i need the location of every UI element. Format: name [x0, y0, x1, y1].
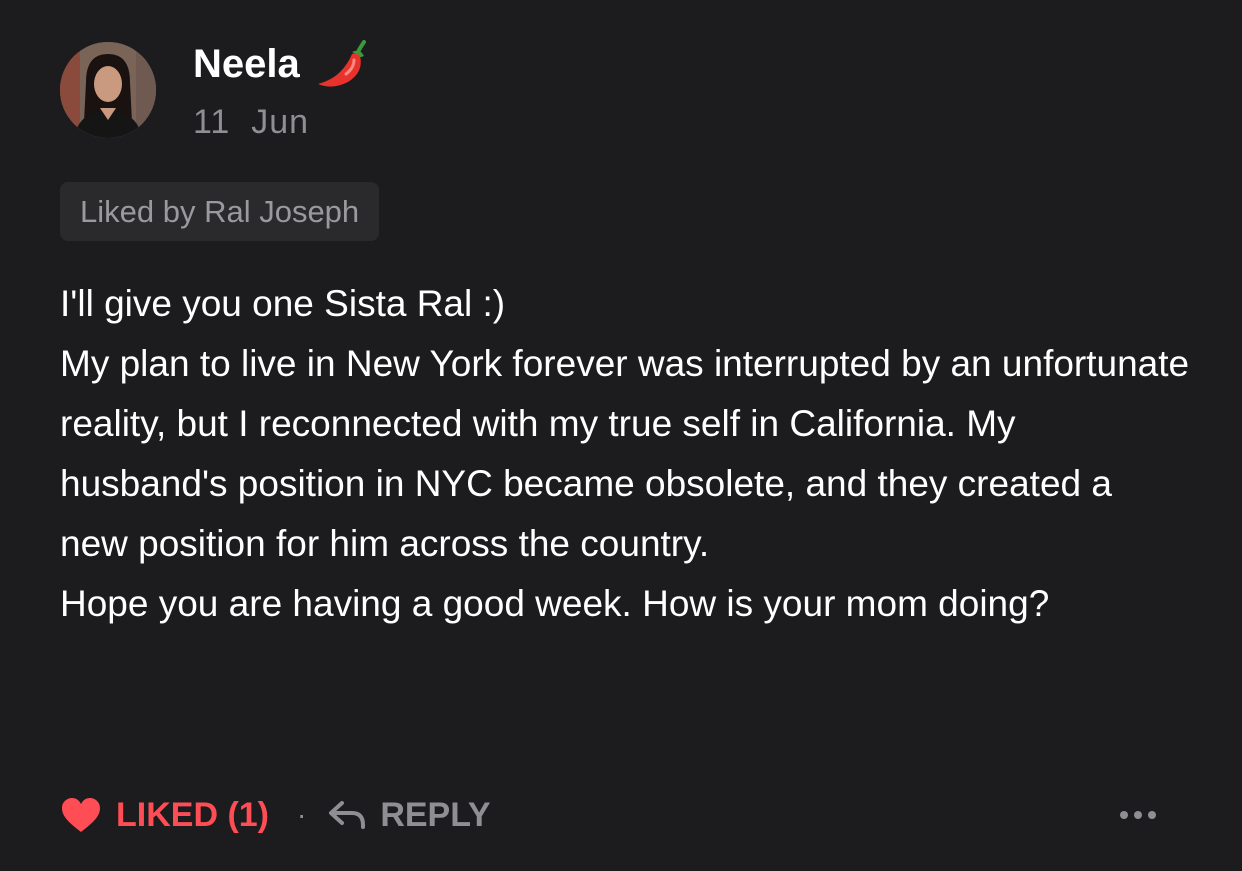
- avatar[interactable]: [60, 42, 156, 138]
- separator-dot: ·: [297, 799, 307, 830]
- liked-by-badge[interactable]: Liked by Ral Joseph: [60, 182, 380, 241]
- comment-paragraph: I'll give you one Sista Ral :): [60, 283, 506, 324]
- like-button[interactable]: LIKED (1): [60, 796, 269, 835]
- chili-pepper-icon: [317, 40, 366, 87]
- author-name-text: Neela: [193, 42, 300, 86]
- comment-paragraph: Hope you are having a good week. How is …: [60, 583, 1050, 624]
- comment-body: I'll give you one Sista Ral :) My plan t…: [60, 274, 1190, 634]
- reply-arrow-icon: [329, 801, 366, 829]
- comment-paragraph: My plan to live in New York forever was …: [60, 343, 1190, 564]
- avatar-photo: [60, 42, 156, 138]
- reply-label: REPLY: [380, 795, 491, 834]
- more-options-icon[interactable]: [1118, 798, 1158, 832]
- comment-card: Neela 11 Jun Liked by Ral Joseph I'll gi…: [0, 0, 1242, 871]
- reply-button[interactable]: REPLY: [328, 795, 491, 835]
- like-label: LIKED (1): [116, 795, 269, 834]
- comment-timestamp: 11 Jun: [193, 103, 310, 141]
- heart-icon: [62, 798, 100, 832]
- author-name[interactable]: Neela: [193, 38, 372, 90]
- comment-actions: LIKED (1) · REPLY: [60, 790, 1170, 840]
